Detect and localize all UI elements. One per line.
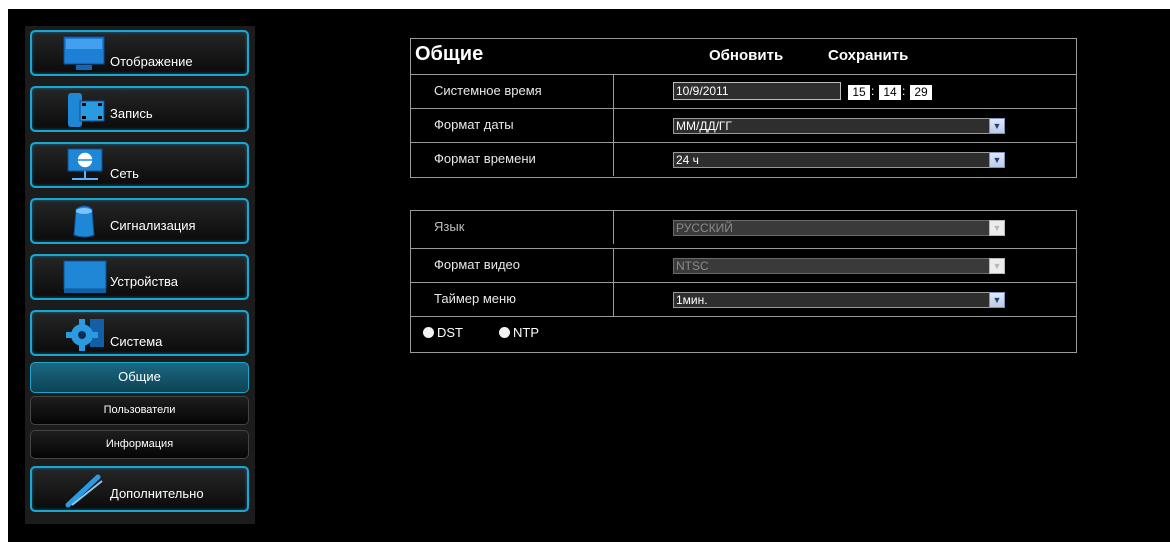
time-sync-row: DST NTP [411,316,1076,352]
video-format-label: Формат видео [411,249,614,282]
video-format-row: Формат видео NTSC ▼ [411,248,1076,282]
language-value: РУССКИЙ [676,221,733,235]
system-time-label: Системное время [411,75,614,108]
ntp-label: NTP [513,325,539,340]
second-field[interactable]: 29 [910,85,932,100]
alarm-siren-icon [62,203,108,244]
sidebar-subitem-users[interactable]: Пользователи [30,396,249,425]
sidebar-item-devices[interactable]: Устройства [30,254,249,300]
sidebar-item-label: Устройства [110,274,179,289]
video-format-select: NTSC ▼ [673,258,1005,274]
system-time-row: Системное время 10/9/2011 15 : 14 : 29 [411,74,1076,108]
sidebar-item-label: Дополнительно [110,486,204,501]
sidebar-item-system[interactable]: Система [30,310,249,356]
date-format-label: Формат даты [411,109,614,142]
menu-timer-label: Таймер меню [411,283,614,316]
sidebar-item-record[interactable]: Запись [30,86,249,132]
video-format-value: NTSC [676,259,709,273]
page-title: Общие [415,43,484,65]
sidebar-subitem-info[interactable]: Информация [30,430,249,459]
date-field[interactable]: 10/9/2011 [673,82,841,100]
film-record-icon [62,91,108,132]
sidebar-item-display[interactable]: Отображение [30,30,249,76]
ntp-radio[interactable]: NTP [499,325,539,340]
dst-label: DST [437,325,463,340]
sidebar-subitem-general[interactable]: Общие [30,362,249,393]
general-panel: Общие Обновить Сохранить Системное время… [410,38,1077,178]
menu-timer-value: 1мин. [676,293,708,307]
chevron-down-icon[interactable]: ▼ [989,152,1005,168]
monitor-icon [62,35,108,76]
time-format-select[interactable]: 24 ч ▼ [673,152,1005,168]
time-format-row: Формат времени 24 ч ▼ [411,142,1076,176]
minute-field[interactable]: 14 [879,85,901,100]
time-format-value: 24 ч [676,153,699,167]
sidebar-item-label: Сигнализация [110,218,196,233]
save-button[interactable]: Сохранить [828,47,908,64]
menu-timer-select[interactable]: 1мин. ▼ [673,292,1005,308]
time-format-label: Формат времени [411,143,614,176]
sidebar-item-label: Система [110,334,163,349]
sidebar-item-advanced[interactable]: Дополнительно [30,466,249,512]
menu-timer-row: Таймер меню 1мин. ▼ [411,282,1076,316]
device-screen-icon [62,259,108,300]
dvr-settings-window: Отображение Запись Сеть Сигнализация Уст… [8,9,1170,542]
radio-dot-icon [499,327,510,338]
radio-dot-icon [423,327,434,338]
time-separator: : [871,84,875,98]
network-globe-icon [62,147,108,188]
language-select: РУССКИЙ ▼ [673,220,1005,236]
chevron-down-icon[interactable]: ▼ [989,292,1005,308]
chevron-down-icon[interactable]: ▼ [989,118,1005,134]
sidebar-item-label: Сеть [110,166,139,181]
chevron-down-icon: ▼ [989,220,1005,236]
gear-icon [62,315,108,356]
date-format-value: ММ/ДД/ГГ [676,119,732,133]
hour-field[interactable]: 15 [848,85,870,100]
settings-panel: Язык РУССКИЙ ▼ Формат видео NTSC ▼ Тайме… [410,210,1077,353]
refresh-button[interactable]: Обновить [709,47,783,64]
chevron-down-icon: ▼ [989,258,1005,274]
date-format-row: Формат даты ММ/ДД/ГГ ▼ [411,108,1076,142]
wrench-screwdriver-icon [62,471,108,512]
date-format-select[interactable]: ММ/ДД/ГГ ▼ [673,118,1005,134]
language-row: Язык РУССКИЙ ▼ [411,211,1076,245]
time-separator: : [902,84,906,98]
sidebar-item-label: Отображение [110,54,193,69]
sidebar: Отображение Запись Сеть Сигнализация Уст… [25,26,255,524]
language-label: Язык [411,211,614,244]
sidebar-item-label: Запись [110,106,153,121]
sidebar-item-alarm[interactable]: Сигнализация [30,198,249,244]
dst-radio[interactable]: DST [423,325,463,340]
sidebar-item-network[interactable]: Сеть [30,142,249,188]
